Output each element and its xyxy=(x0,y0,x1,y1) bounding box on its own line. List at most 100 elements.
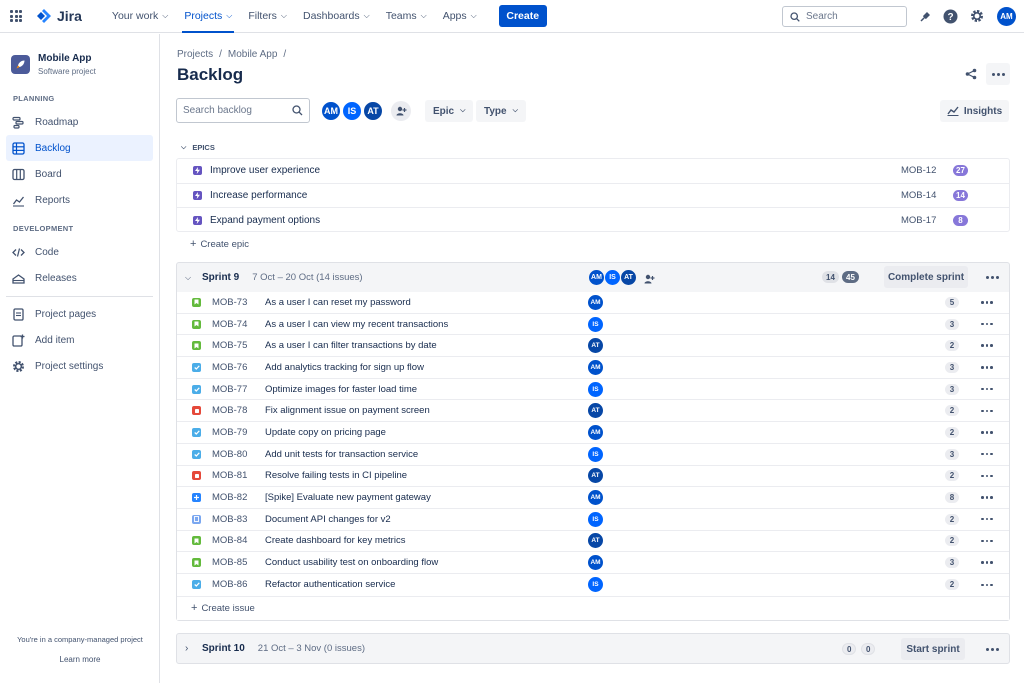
learn-more-link[interactable]: Learn more xyxy=(0,655,160,664)
issue-assignee-avatar[interactable]: AT xyxy=(588,338,603,354)
issue-row[interactable]: MOB-84 Create dashboard for key metrics AT… xyxy=(177,530,1009,553)
issue-summary[interactable]: As a user I can view my recent transacti… xyxy=(265,319,448,330)
issue-assignee-avatar[interactable]: AT xyxy=(588,403,603,419)
issue-assignee-avatar[interactable]: IS xyxy=(588,511,603,527)
issue-key[interactable]: MOB-74 xyxy=(212,319,247,330)
issue-row[interactable]: MOB-73 As a user I can reset my password A… xyxy=(177,292,1009,314)
share-button[interactable] xyxy=(958,61,984,87)
issue-more-icon[interactable] xyxy=(981,474,993,478)
sidebar-item-reports[interactable]: Reports xyxy=(6,187,153,213)
sprint-assignee-avatar[interactable]: IS xyxy=(604,269,621,286)
issue-more-icon[interactable] xyxy=(981,561,993,564)
issue-row[interactable]: MOB-85 Conduct usability test on onboardi… xyxy=(177,552,1009,574)
user-avatar[interactable]: AM xyxy=(997,7,1016,26)
issue-key[interactable]: MOB-77 xyxy=(212,384,247,395)
sidebar-item-code[interactable]: Code xyxy=(6,239,153,265)
type-filter-dropdown[interactable]: Type ⌵ xyxy=(476,100,526,122)
issue-row[interactable]: MOB-82 [Spike] Evaluate new payment gatew… xyxy=(177,487,1009,509)
breadcrumb-item[interactable]: Mobile App xyxy=(228,49,277,60)
issue-summary[interactable]: As a user I can filter transactions by d… xyxy=(265,340,437,351)
app-switcher-icon[interactable] xyxy=(10,10,22,22)
story-points-badge[interactable]: 2 xyxy=(945,470,959,482)
issue-summary[interactable]: Resolve failing tests in CI pipeline xyxy=(265,470,407,481)
issue-row[interactable]: MOB-86 Refactor authentication service IS 2 xyxy=(177,573,1009,596)
assignee-avatar[interactable]: AM xyxy=(320,100,342,122)
issue-more-icon[interactable] xyxy=(981,539,993,543)
issue-assignee-avatar[interactable]: AT xyxy=(588,533,603,549)
sidebar-item-project-settings[interactable]: Project settings xyxy=(6,353,153,379)
breadcrumb-item[interactable]: Projects xyxy=(177,49,213,60)
story-points-badge[interactable]: 3 xyxy=(945,383,959,395)
nav-filters[interactable]: Filters ⌵ xyxy=(240,0,295,33)
sprint-9-more-button[interactable] xyxy=(982,267,1002,287)
story-points-badge[interactable]: 2 xyxy=(945,513,959,525)
issue-summary[interactable]: Conduct usability test on onboarding flo… xyxy=(265,557,438,568)
sidebar-item-add-item[interactable]: Add item xyxy=(6,327,153,353)
story-points-badge[interactable]: 2 xyxy=(945,426,959,438)
assignee-avatar[interactable]: IS xyxy=(341,100,363,122)
help-icon[interactable]: ? xyxy=(942,8,958,24)
story-points-badge[interactable]: 2 xyxy=(945,579,959,591)
epic-filter-dropdown[interactable]: Epic ⌵ xyxy=(425,100,474,122)
nav-dashboards[interactable]: Dashboards ⌵ xyxy=(295,0,378,33)
insights-button[interactable]: Insights xyxy=(940,100,1009,122)
start-sprint-button[interactable]: Start sprint xyxy=(901,638,965,660)
issue-key[interactable]: MOB-85 xyxy=(212,557,247,568)
issue-key[interactable]: MOB-83 xyxy=(212,514,247,525)
epics-toggle[interactable]: ⌵ EPICS xyxy=(181,143,215,152)
issue-row[interactable]: MOB-76 Add analytics tracking for sign up… xyxy=(177,357,1009,379)
issue-row[interactable]: MOB-75 As a user I can filter transaction… xyxy=(177,335,1009,358)
issue-more-icon[interactable] xyxy=(981,366,993,369)
sidebar-item-releases[interactable]: Releases xyxy=(6,265,153,291)
issue-summary[interactable]: Fix alignment issue on payment screen xyxy=(265,405,430,416)
create-epic-button[interactable]: + Create epic xyxy=(190,238,249,250)
issue-more-icon[interactable] xyxy=(981,583,993,587)
issue-summary[interactable]: Create dashboard for key metrics xyxy=(265,535,405,546)
chevron-down-icon[interactable]: ⌵ xyxy=(185,273,191,283)
issue-assignee-avatar[interactable]: AT xyxy=(588,468,603,484)
sprint-10-more-button[interactable] xyxy=(982,639,1002,659)
story-points-badge[interactable]: 5 xyxy=(945,296,959,308)
issue-summary[interactable]: Update copy on pricing page xyxy=(265,427,386,438)
issue-more-icon[interactable] xyxy=(981,322,993,326)
jira-logo[interactable]: Jira xyxy=(36,8,82,24)
epic-row[interactable]: Expand payment options MOB-17 8 xyxy=(177,208,1009,233)
issue-summary[interactable]: Optimize images for faster load time xyxy=(265,384,417,395)
issue-key[interactable]: MOB-82 xyxy=(212,492,247,503)
issue-assignee-avatar[interactable]: IS xyxy=(588,577,603,593)
issue-more-icon[interactable] xyxy=(981,344,993,347)
story-points-badge[interactable]: 3 xyxy=(945,557,959,569)
assignee-avatar[interactable]: AT xyxy=(362,100,384,122)
story-points-badge[interactable]: 3 xyxy=(945,318,959,330)
issue-more-icon[interactable] xyxy=(981,517,993,521)
nav-apps[interactable]: Apps ⌵ xyxy=(435,0,485,33)
issue-key[interactable]: MOB-75 xyxy=(212,340,247,351)
issue-key[interactable]: MOB-86 xyxy=(212,579,247,590)
issue-summary[interactable]: Document API changes for v2 xyxy=(265,514,391,525)
more-actions-button[interactable] xyxy=(986,63,1010,85)
sidebar-item-board[interactable]: Board xyxy=(6,161,153,187)
add-people-icon[interactable] xyxy=(644,271,655,289)
issue-assignee-avatar[interactable]: AM xyxy=(588,359,603,375)
issue-row[interactable]: MOB-77 Optimize images for faster load ti… xyxy=(177,378,1009,401)
sprint-assignee-avatar[interactable]: AT xyxy=(620,269,637,286)
issue-more-icon[interactable] xyxy=(981,387,993,391)
issue-more-icon[interactable] xyxy=(981,301,993,304)
issue-row[interactable]: MOB-81 Resolve failing tests in CI pipeli… xyxy=(177,465,1009,488)
nav-teams[interactable]: Teams ⌵ xyxy=(378,0,435,33)
issue-key[interactable]: MOB-79 xyxy=(212,427,247,438)
issue-key[interactable]: MOB-84 xyxy=(212,535,247,546)
story-points-badge[interactable]: 2 xyxy=(945,340,959,352)
issue-assignee-avatar[interactable]: IS xyxy=(588,316,603,332)
issue-assignee-avatar[interactable]: AM xyxy=(588,424,603,440)
issue-assignee-avatar[interactable]: IS xyxy=(588,446,603,462)
issue-assignee-avatar[interactable]: AM xyxy=(588,294,603,310)
backlog-search-input[interactable]: Search backlog xyxy=(176,98,310,123)
issue-key[interactable]: MOB-78 xyxy=(212,405,247,416)
create-button[interactable]: Create xyxy=(498,5,547,27)
epic-row[interactable]: Increase performance MOB-14 14 xyxy=(177,184,1009,208)
issue-key[interactable]: MOB-73 xyxy=(212,297,247,308)
issue-more-icon[interactable] xyxy=(981,496,993,499)
issue-more-icon[interactable] xyxy=(981,409,993,413)
issue-row[interactable]: MOB-78 Fix alignment issue on payment scr… xyxy=(177,400,1009,423)
